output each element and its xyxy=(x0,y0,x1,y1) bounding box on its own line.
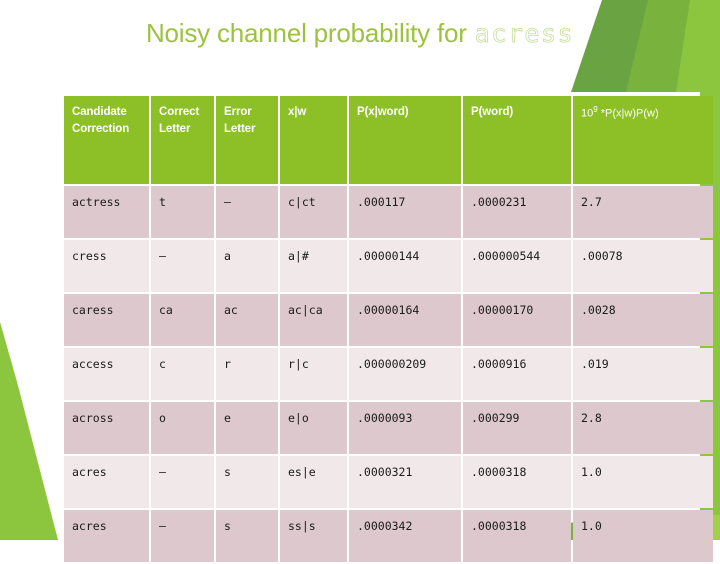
cell-correct-letter: – xyxy=(151,510,214,562)
cell-p-word: .0000231 xyxy=(463,186,571,238)
cell-x-given-w: ss|s xyxy=(280,510,347,562)
cell-correct-letter: o xyxy=(151,402,214,454)
cell-p-word: .000299 xyxy=(463,402,571,454)
table-row: acres – s ss|s .0000342.0000318 1.0 xyxy=(64,510,713,562)
cell-error-letter: r xyxy=(216,348,278,400)
cell-p-word: .000000544 xyxy=(463,240,571,292)
table-header-row: Candidate Correction Correct Letter Erro… xyxy=(64,96,713,184)
noisy-channel-probability-table: Candidate Correction Correct Letter Erro… xyxy=(62,94,715,564)
cell-p-word: .0000318 xyxy=(463,456,571,508)
column-header-scaled-product: 109 *P(x|w)P(w) xyxy=(573,96,713,184)
cell-error-letter: – xyxy=(216,186,278,238)
cell-candidate-correction: acres xyxy=(64,510,149,562)
cell-candidate-correction: across xyxy=(64,402,149,454)
cell-p-x-given-word: .000000209 xyxy=(349,348,461,400)
cell-candidate-correction: access xyxy=(64,348,149,400)
cell-p-x-given-word: .0000093 xyxy=(349,402,461,454)
table-header: Candidate Correction Correct Letter Erro… xyxy=(64,96,713,184)
cell-correct-letter: – xyxy=(151,456,214,508)
cell-candidate-correction: cress xyxy=(64,240,149,292)
table-row: actress t – c|ct .000117.0000231 2.7 xyxy=(64,186,713,238)
cell-error-letter: ac xyxy=(216,294,278,346)
scaled-product-suffix: *P(x|w)P(w) xyxy=(597,107,659,120)
cell-scaled-product: 2.8 xyxy=(573,402,713,454)
column-header-correct-letter: Correct Letter xyxy=(151,96,214,184)
scaled-product-prefix: 10 xyxy=(581,107,594,120)
cell-correct-letter: – xyxy=(151,240,214,292)
cell-p-word: .0000916 xyxy=(463,348,571,400)
cell-candidate-correction: actress xyxy=(64,186,149,238)
cell-scaled-product: 2.7 xyxy=(573,186,713,238)
cell-x-given-w: ac|ca xyxy=(280,294,347,346)
slide-title-term: acress xyxy=(474,19,575,49)
cell-x-given-w: r|c xyxy=(280,348,347,400)
cell-x-given-w: a|# xyxy=(280,240,347,292)
cell-x-given-w: es|e xyxy=(280,456,347,508)
cell-scaled-product: .019 xyxy=(573,348,713,400)
cell-x-given-w: c|ct xyxy=(280,186,347,238)
cell-p-x-given-word: .0000342 xyxy=(349,510,461,562)
cell-scaled-product: 1.0 xyxy=(573,456,713,508)
column-header-p-x-given-word: P(x|word) xyxy=(349,96,461,184)
cell-scaled-product: .0028 xyxy=(573,294,713,346)
probability-table-container: Candidate Correction Correct Letter Erro… xyxy=(62,94,713,564)
cell-scaled-product: 1.0 xyxy=(573,510,713,562)
table-row: access c r r|c .000000209.0000916.019 xyxy=(64,348,713,400)
cell-correct-letter: c xyxy=(151,348,214,400)
cell-candidate-correction: acres xyxy=(64,456,149,508)
cell-error-letter: e xyxy=(216,402,278,454)
cell-error-letter: s xyxy=(216,456,278,508)
column-header-error-letter: Error Letter xyxy=(216,96,278,184)
table-row: acres – s es|e .0000321.0000318 1.0 xyxy=(64,456,713,508)
cell-p-word: .0000318 xyxy=(463,510,571,562)
slide-title: Noisy channel probability for acress xyxy=(0,18,720,49)
cell-error-letter: a xyxy=(216,240,278,292)
cell-p-x-given-word: .0000321 xyxy=(349,456,461,508)
column-header-p-word: P(word) xyxy=(463,96,571,184)
cell-x-given-w: e|o xyxy=(280,402,347,454)
cell-p-x-given-word: .00000164 xyxy=(349,294,461,346)
column-header-x-given-w: x|w xyxy=(280,96,347,184)
table-row: caress ca ac ac|ca .00000164.00000170.0028 xyxy=(64,294,713,346)
cell-correct-letter: t xyxy=(151,186,214,238)
cell-p-word: .00000170 xyxy=(463,294,571,346)
slide-title-main: Noisy channel probability for xyxy=(145,18,467,48)
cell-correct-letter: ca xyxy=(151,294,214,346)
cell-error-letter: s xyxy=(216,510,278,562)
column-header-candidate-correction: Candidate Correction xyxy=(64,96,149,184)
cell-p-x-given-word: .000117 xyxy=(349,186,461,238)
cell-scaled-product: .00078 xyxy=(573,240,713,292)
table-row: cress – a a|# .00000144.000000544.00078 xyxy=(64,240,713,292)
cell-p-x-given-word: .00000144 xyxy=(349,240,461,292)
table-row: across o e e|o .0000093.000299 2.8 xyxy=(64,402,713,454)
table-body: actress t – c|ct .000117.0000231 2.7 cress – a a|… xyxy=(64,186,713,562)
cell-candidate-correction: caress xyxy=(64,294,149,346)
